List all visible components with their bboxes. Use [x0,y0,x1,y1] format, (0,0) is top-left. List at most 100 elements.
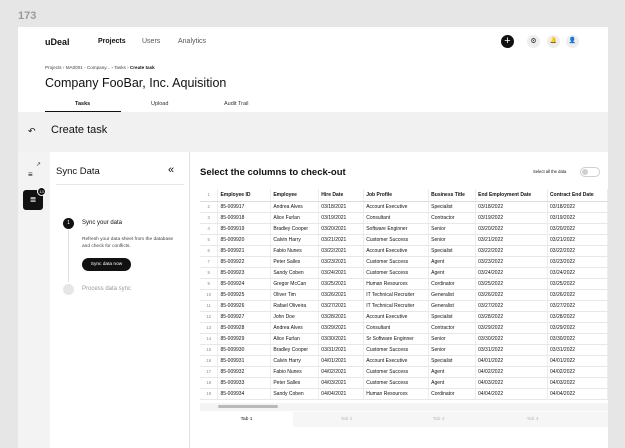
cell-contract-end-date[interactable]: 03/22/2022 [547,245,608,257]
table-row[interactable]: 3 85-009918 Alice Furlan 03/19/2021 Consulta… [200,212,608,224]
cell-hire-date[interactable]: 03/21/2021 [318,234,365,246]
cell-job-profile[interactable]: IT Technical Recruiter [363,300,430,312]
cell-hire-date[interactable]: 03/26/2021 [318,289,365,301]
cell-business-title[interactable]: Specialist [428,201,477,213]
cell-job-profile[interactable]: Customer Success [363,256,430,268]
column-header-business-title[interactable]: Business Title [428,189,477,202]
cell-hire-date[interactable]: 03/25/2021 [318,278,365,290]
scrollbar-thumb[interactable] [218,405,278,408]
tab-upload[interactable]: Upload [151,101,168,107]
horizontal-scrollbar[interactable] [200,403,608,411]
tab-audit-trail[interactable]: Audit Trail [224,101,248,107]
expand-icon[interactable]: ↗ [36,161,41,168]
cell-employee-id[interactable]: 85-009930 [217,344,272,356]
cell-hire-date[interactable]: 03/19/2021 [318,212,365,224]
cell-contract-end-date[interactable]: 03/30/2022 [547,333,608,345]
cell-hire-date[interactable]: 04/01/2021 [318,355,365,367]
cell-business-title[interactable]: Generalist [428,300,477,312]
cell-employee[interactable]: Andrea Alves [270,201,320,213]
select-all-toggle[interactable] [580,167,600,177]
cell-hire-date[interactable]: 04/04/2021 [318,388,365,400]
cell-employee[interactable]: Alice Furlan [270,333,320,345]
cell-contract-end-date[interactable]: 03/20/2022 [547,223,608,235]
table-row[interactable]: 10 85-009925 Oliver Tim 03/26/2021 IT Techni… [200,289,608,301]
cell-employee[interactable]: Bradley Cooper [270,344,320,356]
cell-employee-id[interactable]: 85-009917 [217,201,272,213]
cell-end-employment-date[interactable]: 03/23/2022 [475,256,549,268]
cell-job-profile[interactable]: Customer Success [363,366,430,378]
user-icon[interactable]: 👤 [566,35,579,48]
cell-end-employment-date[interactable]: 04/04/2022 [475,388,549,400]
cell-contract-end-date[interactable]: 04/04/2022 [547,388,608,400]
cell-end-employment-date[interactable]: 03/24/2022 [475,267,549,279]
cell-end-employment-date[interactable]: 04/03/2022 [475,377,549,389]
cell-business-title[interactable]: Cordinator [428,278,477,290]
cell-end-employment-date[interactable]: 03/28/2022 [475,311,549,323]
table-row[interactable]: 15 85-009930 Bradley Cooper 03/31/2021 Custo… [200,344,608,356]
cell-job-profile[interactable]: Account Executive [363,201,430,213]
table-row[interactable]: 7 85-009922 Peter Salles 03/23/2021 Customer… [200,256,608,268]
cell-job-profile[interactable]: Sr Software Enginner [363,333,430,345]
back-icon[interactable]: ↶ [28,126,36,137]
sync-data-button[interactable]: Sync data now [82,258,131,271]
table-row[interactable]: 19 85-009934 Sandy Coben 04/04/2021 Human Re… [200,388,608,400]
table-row[interactable]: 11 85-009926 Rafael Oliveira 03/27/2021 IT T… [200,300,608,312]
cell-contract-end-date[interactable]: 03/23/2022 [547,256,608,268]
cell-business-title[interactable]: Generalist [428,289,477,301]
database-icon[interactable]: ≡ [28,170,33,179]
table-row[interactable]: 2 85-009917 Andrea Alves 03/18/2021 Account … [200,201,608,213]
cell-business-title[interactable]: Agent [428,377,477,389]
cell-employee-id[interactable]: 85-009925 [217,289,272,301]
cell-hire-date[interactable]: 03/30/2021 [318,333,365,345]
cell-contract-end-date[interactable]: 03/27/2022 [547,300,608,312]
table-row[interactable]: 18 85-009933 Peter Salles 04/03/2021 Custome… [200,377,608,389]
cell-business-title[interactable]: Contractor [428,322,477,334]
cell-employee-id[interactable]: 85-009918 [217,212,272,224]
cell-employee-id[interactable]: 85-009927 [217,311,272,323]
cell-business-title[interactable]: Senior [428,234,477,246]
cell-hire-date[interactable]: 03/24/2021 [318,267,365,279]
cell-employee-id[interactable]: 85-009933 [217,377,272,389]
cell-employee-id[interactable]: 85-009920 [217,234,272,246]
cell-employee[interactable]: Calvin Harry [270,234,320,246]
cell-job-profile[interactable]: Human Resources [363,278,430,290]
sheet-tab-3[interactable]: Tab 3 [392,412,485,427]
column-header-employee-id[interactable]: Employee ID [217,189,272,202]
cell-employee[interactable]: Fabio Nunes [270,245,320,257]
cell-end-employment-date[interactable]: 03/29/2022 [475,322,549,334]
cell-business-title[interactable]: Senior [428,223,477,235]
sheet-tab-4[interactable]: Tab 4 [486,412,579,427]
cell-business-title[interactable]: Specialist [428,355,477,367]
cell-employee[interactable]: Oliver Tim [270,289,320,301]
cell-employee-id[interactable]: 85-009919 [217,223,272,235]
cell-end-employment-date[interactable]: 03/25/2022 [475,278,549,290]
cell-business-title[interactable]: Senior [428,333,477,345]
breadcrumb-projects[interactable]: Projects [45,65,62,70]
cell-job-profile[interactable]: Consultant [363,322,430,334]
cell-contract-end-date[interactable]: 03/24/2022 [547,267,608,279]
cell-job-profile[interactable]: Human Resources [363,388,430,400]
table-row[interactable]: 17 85-009932 Fabio Nunes 04/02/2021 Customer… [200,366,608,378]
cell-business-title[interactable]: Agent [428,366,477,378]
cell-business-title[interactable]: Specialist [428,311,477,323]
cell-job-profile[interactable]: Account Executive [363,245,430,257]
cell-end-employment-date[interactable]: 03/21/2022 [475,234,549,246]
cell-end-employment-date[interactable]: 03/31/2022 [475,344,549,356]
bell-icon[interactable]: 🔔 [547,35,560,48]
cell-employee[interactable]: Fabio Nunes [270,366,320,378]
cell-employee[interactable]: John Doe [270,311,320,323]
cell-hire-date[interactable]: 04/03/2021 [318,377,365,389]
cell-job-profile[interactable]: Customer Success [363,377,430,389]
cell-employee-id[interactable]: 85-009932 [217,366,272,378]
cell-contract-end-date[interactable]: 04/01/2022 [547,355,608,367]
cell-contract-end-date[interactable]: 03/31/2022 [547,344,608,356]
cell-job-profile[interactable]: Account Executive [363,311,430,323]
cell-hire-date[interactable]: 03/31/2021 [318,344,365,356]
cell-employee-id[interactable]: 85-009929 [217,333,272,345]
cell-end-employment-date[interactable]: 04/01/2022 [475,355,549,367]
cell-business-title[interactable]: Cordinator [428,388,477,400]
cell-end-employment-date[interactable]: 04/02/2022 [475,366,549,378]
cell-employee[interactable]: Sandy Coben [270,388,320,400]
cell-contract-end-date[interactable]: 03/28/2022 [547,311,608,323]
cell-end-employment-date[interactable]: 03/30/2022 [475,333,549,345]
